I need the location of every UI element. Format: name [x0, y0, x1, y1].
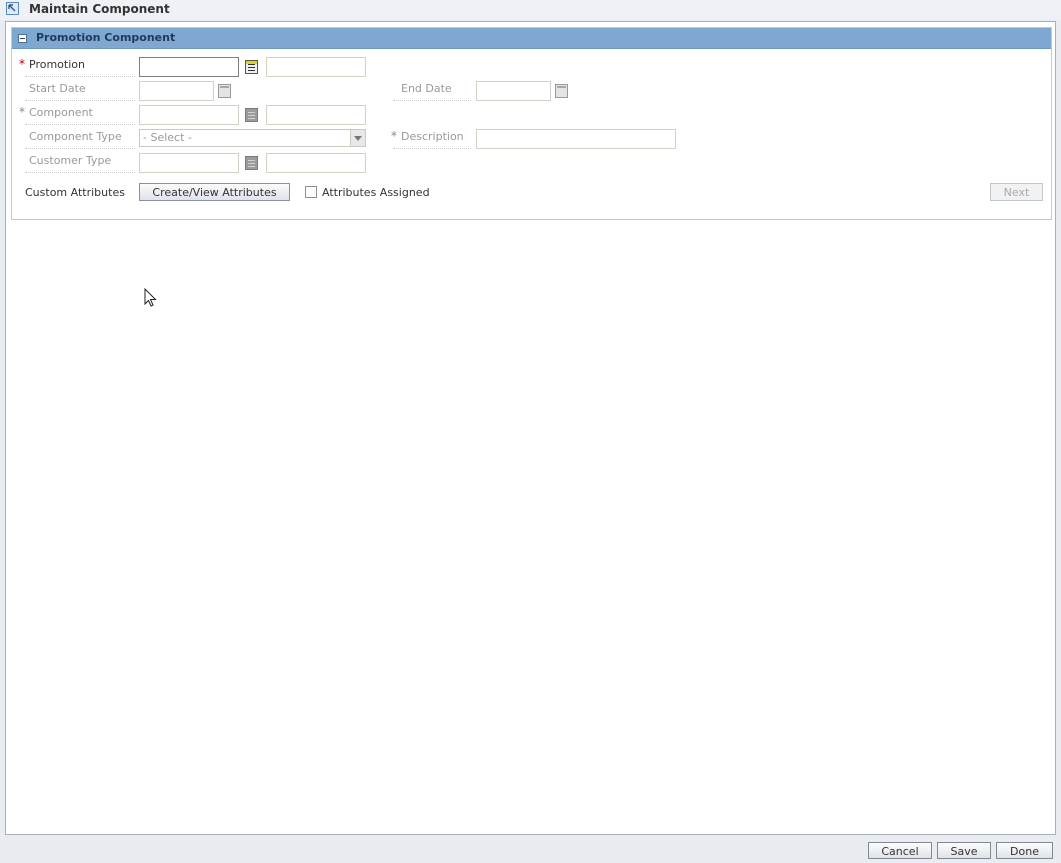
done-button[interactable]: Done [996, 842, 1053, 859]
create-view-attributes-button[interactable]: Create/View Attributes [139, 183, 290, 201]
chevron-down-icon[interactable] [350, 130, 365, 146]
end-date-calendar-icon[interactable] [555, 84, 568, 98]
promotion-lookup-icon[interactable] [245, 60, 258, 74]
collapse-minus-icon[interactable] [18, 34, 27, 43]
customer-type-description-input[interactable] [266, 153, 366, 173]
window-title: Maintain Component [29, 2, 170, 16]
component-label: Component [25, 105, 135, 125]
description-label: Description [393, 129, 471, 149]
custom-attributes-label: Custom Attributes [25, 186, 125, 199]
component-code-input[interactable] [139, 105, 239, 125]
panel-title: Promotion Component [36, 31, 176, 44]
mouse-pointer-icon [144, 288, 157, 307]
start-date-label: Start Date [25, 81, 135, 101]
customer-type-code-input[interactable] [139, 153, 239, 173]
customer-type-label: Customer Type [25, 153, 135, 173]
promotion-label: Promotion [25, 57, 135, 77]
attributes-assigned-checkbox[interactable] [305, 186, 317, 198]
arrow-up-left-icon[interactable] [6, 2, 19, 15]
customer-type-lookup-icon[interactable] [245, 156, 258, 170]
next-button[interactable]: Next [990, 183, 1043, 201]
description-input[interactable] [476, 129, 676, 149]
component-type-select[interactable]: - Select - [139, 129, 366, 147]
promotion-description-input[interactable] [266, 57, 366, 77]
component-type-selected: - Select - [143, 131, 192, 144]
attributes-assigned-label: Attributes Assigned [322, 186, 430, 199]
component-lookup-icon[interactable] [245, 108, 258, 122]
promotion-code-input[interactable] [139, 57, 239, 77]
component-type-label: Component Type [25, 129, 135, 149]
save-button[interactable]: Save [937, 842, 991, 859]
component-description-input[interactable] [266, 105, 366, 125]
cancel-button[interactable]: Cancel [868, 842, 932, 859]
start-date-input[interactable] [139, 81, 214, 101]
start-date-calendar-icon[interactable] [218, 84, 231, 98]
title-bar: Maintain Component [0, 0, 1061, 20]
end-date-input[interactable] [476, 81, 551, 101]
end-date-label: End Date [393, 81, 471, 101]
panel-header[interactable]: Promotion Component [12, 28, 1051, 49]
